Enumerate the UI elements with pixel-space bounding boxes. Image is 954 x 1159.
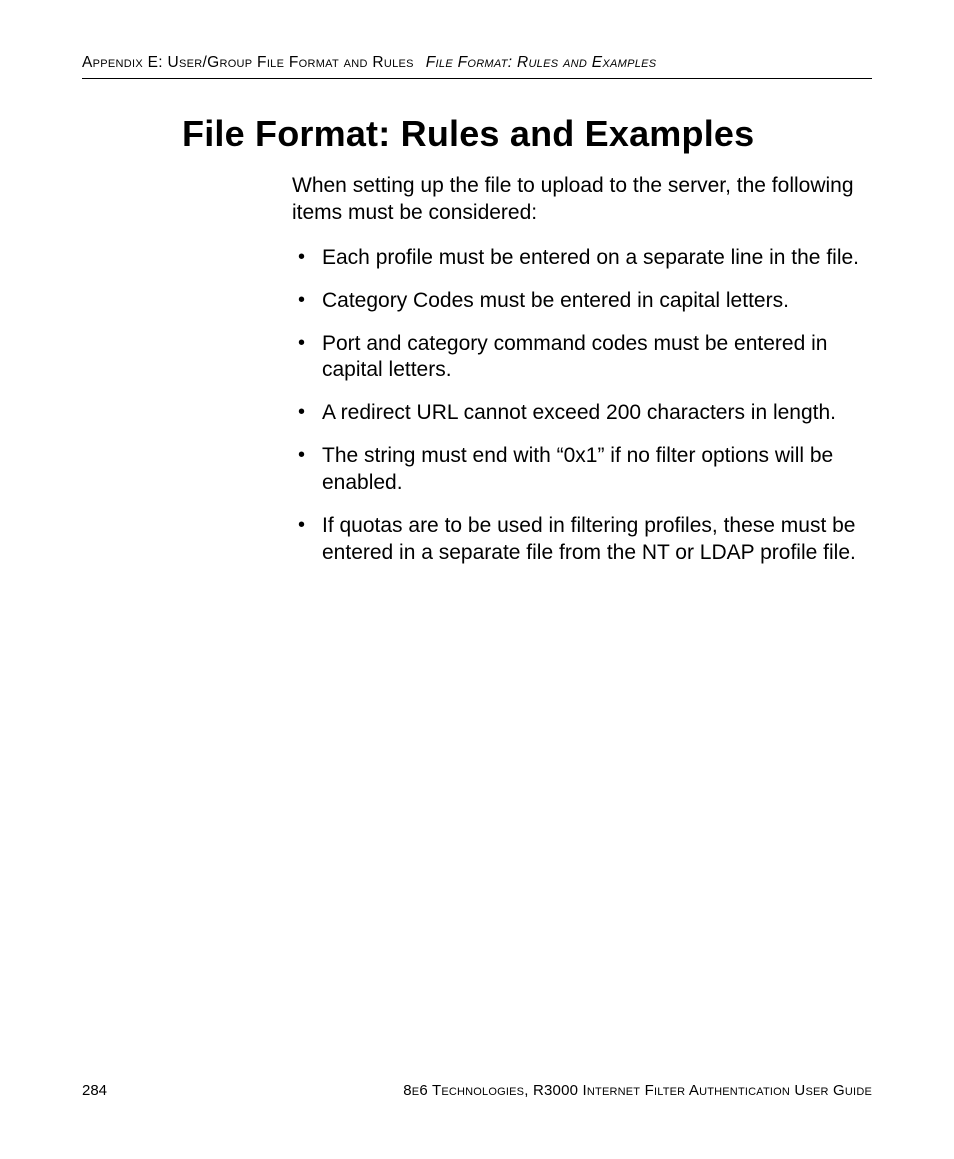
- running-header: Appendix E: User/Group File Format and R…: [82, 54, 872, 79]
- running-header-left: Appendix E: User/Group File Format and R…: [82, 54, 414, 71]
- body-text: When setting up the file to upload to th…: [292, 173, 862, 567]
- intro-paragraph: When setting up the file to upload to th…: [292, 173, 862, 227]
- rules-list: Each profile must be entered on a separa…: [292, 245, 862, 567]
- list-item: Category Codes must be entered in capita…: [292, 288, 862, 315]
- list-item: If quotas are to be used in filtering pr…: [292, 513, 862, 567]
- running-header-right: File Format: Rules and Examples: [426, 54, 657, 71]
- footer-right: 8e6 Technologies, R3000 Internet Filter …: [403, 1082, 872, 1099]
- list-item: Port and category command codes must be …: [292, 331, 862, 385]
- list-item: The string must end with “0x1” if no fil…: [292, 443, 862, 497]
- page-number: 284: [82, 1082, 107, 1099]
- list-item: A redirect URL cannot exceed 200 charact…: [292, 400, 862, 427]
- page-footer: 284 8e6 Technologies, R3000 Internet Fil…: [82, 1082, 872, 1099]
- page: Appendix E: User/Group File Format and R…: [0, 0, 954, 1159]
- list-item: Each profile must be entered on a separa…: [292, 245, 862, 272]
- section-title: File Format: Rules and Examples: [182, 113, 872, 155]
